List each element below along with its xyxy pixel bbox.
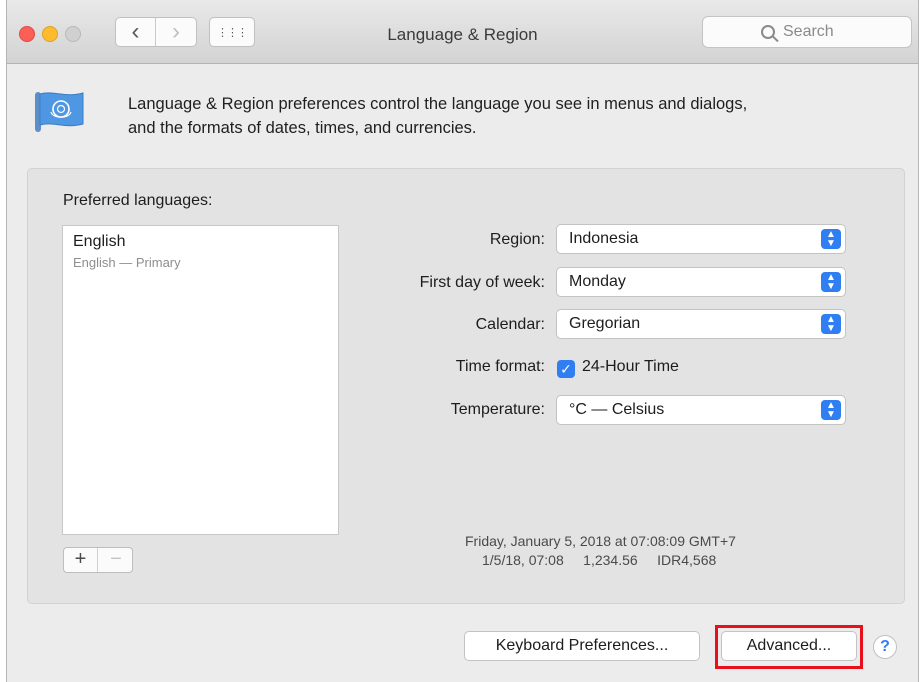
temperature-label: Temperature:: [450, 401, 545, 418]
first-day-popup[interactable]: Monday ▲ ▼: [556, 267, 846, 297]
title-bar: ‹ › ⋮⋮⋮ Language & Region Search: [7, 0, 918, 64]
temperature-popup[interactable]: °C — Celsius ▲ ▼: [556, 395, 846, 425]
help-button[interactable]: ?: [873, 635, 897, 659]
intro-line-2: and the formats of dates, times, and cur…: [128, 119, 477, 137]
search-icon: [761, 25, 775, 39]
calendar-label: Calendar:: [475, 316, 545, 333]
time-format-option-label[interactable]: 24-Hour Time: [582, 358, 679, 376]
preferred-languages-label: Preferred languages:: [63, 192, 213, 209]
keyboard-preferences-button[interactable]: Keyboard Preferences...: [464, 631, 700, 661]
remove-language-button[interactable]: −: [99, 548, 133, 572]
format-sample-numbers: 1/5/18, 07:08 1,234.56 IDR4,568: [482, 552, 717, 568]
chevron-updown-icon: ▲ ▼: [821, 314, 841, 334]
chevron-updown-icon: ▲ ▼: [821, 229, 841, 249]
search-field[interactable]: Search: [702, 16, 912, 48]
add-remove-language-control: + −: [63, 547, 133, 573]
time-format-label: Time format:: [455, 358, 545, 375]
temperature-value: °C — Celsius: [569, 401, 665, 418]
region-popup[interactable]: Indonesia ▲ ▼: [556, 224, 846, 254]
add-language-button[interactable]: +: [64, 548, 98, 572]
first-day-value: Monday: [569, 273, 626, 290]
preferred-languages-list[interactable]: English English — Primary: [62, 225, 339, 535]
chevron-updown-icon: ▲ ▼: [821, 272, 841, 292]
intro-text: Language & Region preferences control th…: [128, 92, 888, 140]
language-item-name[interactable]: English: [73, 233, 125, 251]
format-sample-date: Friday, January 5, 2018 at 07:08:09 GMT+…: [465, 533, 736, 549]
intro-line-1: Language & Region preferences control th…: [128, 95, 748, 113]
first-day-label: First day of week:: [419, 274, 545, 291]
time-format-checkbox[interactable]: ✓: [557, 360, 575, 378]
language-item-detail: English — Primary: [73, 255, 181, 270]
language-flag-icon: [35, 92, 84, 132]
calendar-value: Gregorian: [569, 315, 641, 332]
calendar-popup[interactable]: Gregorian ▲ ▼: [556, 309, 846, 339]
region-value: Indonesia: [569, 230, 639, 247]
region-label: Region:: [489, 231, 545, 248]
search-placeholder: Search: [783, 23, 834, 40]
advanced-button-highlight: [715, 625, 863, 669]
chevron-updown-icon: ▲ ▼: [821, 400, 841, 420]
